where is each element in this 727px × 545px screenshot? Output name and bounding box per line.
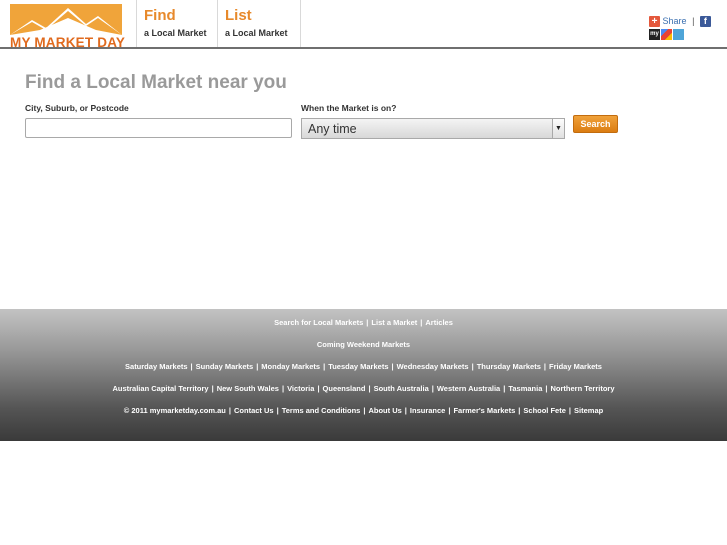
- footer-separator: |: [471, 362, 474, 371]
- footer-separator: |: [568, 406, 572, 415]
- footer-link[interactable]: Tasmania: [508, 384, 542, 393]
- footer-separator: |: [366, 318, 369, 327]
- footer-separator: |: [323, 362, 326, 371]
- footer-separator: |: [448, 406, 451, 415]
- footer-separator: |: [276, 406, 279, 415]
- footer-separator: |: [281, 384, 285, 393]
- footer-separator: |: [503, 384, 506, 393]
- footer-separator: |: [363, 406, 366, 415]
- footer-separator: |: [256, 362, 259, 371]
- nav-find-market[interactable]: Find a Local Market: [136, 0, 218, 47]
- footer-separator: |: [545, 384, 548, 393]
- share-bar: + Share | f: [649, 16, 711, 28]
- footer-link[interactable]: About Us: [368, 406, 401, 415]
- footer-link[interactable]: Insurance: [410, 406, 445, 415]
- footer-separator: |: [518, 406, 521, 415]
- footer-link[interactable]: Search for Local Markets: [274, 318, 363, 327]
- site-footer: Search for Local Markets | List a Market | A…: [0, 309, 727, 441]
- footer-link[interactable]: Queensland: [323, 384, 366, 393]
- footer-link[interactable]: Saturday Markets: [125, 362, 188, 371]
- footer-link[interactable]: Victoria: [287, 384, 314, 393]
- footer-link[interactable]: Sunday Markets: [196, 362, 254, 371]
- nav-find-title: Find: [144, 7, 176, 24]
- footer-separator: |: [368, 384, 371, 393]
- footer-link[interactable]: Thursday Markets: [477, 362, 541, 371]
- myspace-icon[interactable]: my: [649, 29, 660, 40]
- footer-row-days: Saturday Markets | Sunday Markets | Monday M…: [0, 362, 727, 371]
- footer-separator: |: [404, 406, 407, 415]
- footer-link[interactable]: Monday Markets: [261, 362, 320, 371]
- footer-separator: |: [543, 362, 547, 371]
- footer-row-info: © 2011 mymarketday.com.au | Contact Us | Ter…: [0, 406, 727, 415]
- share-separator: |: [692, 16, 695, 26]
- logo-mountains-graphic: [10, 4, 122, 35]
- footer-row-weekend: Coming Weekend Markets: [0, 340, 727, 349]
- footer-link[interactable]: Australian Capital Territory: [112, 384, 208, 393]
- nav-find-subtitle: a Local Market: [144, 28, 207, 38]
- footer-link[interactable]: Northern Territory: [550, 384, 614, 393]
- footer-link[interactable]: Coming Weekend Markets: [317, 340, 410, 349]
- nav-list-title: List: [225, 7, 252, 24]
- when-select[interactable]: Any time ▼: [301, 118, 565, 139]
- when-select-value: Any time: [308, 122, 357, 136]
- footer-separator: |: [391, 362, 394, 371]
- footer-link[interactable]: Sitemap: [574, 406, 603, 415]
- footer-link[interactable]: Western Australia: [437, 384, 500, 393]
- footer-link[interactable]: Tuesday Markets: [328, 362, 388, 371]
- when-label: When the Market is on?: [301, 103, 397, 113]
- facebook-icon[interactable]: f: [699, 16, 711, 27]
- footer-separator: |: [228, 406, 232, 415]
- search-button[interactable]: Search: [573, 115, 618, 133]
- footer-link[interactable]: Articles: [425, 318, 453, 327]
- site-logo[interactable]: MY MARKET DAY: [10, 4, 126, 50]
- logo-text: MY MARKET DAY: [10, 35, 126, 50]
- chevron-down-icon[interactable]: ▼: [552, 119, 564, 138]
- footer-separator: |: [420, 318, 423, 327]
- footer-row-states: Australian Capital Territory | New South W…: [0, 384, 727, 393]
- footer-link[interactable]: New South Wales: [217, 384, 279, 393]
- footer-link[interactable]: South Australia: [374, 384, 429, 393]
- footer-link[interactable]: List a Market: [371, 318, 417, 327]
- page-title: Find a Local Market near you: [25, 72, 287, 93]
- nav-list-market[interactable]: List a Local Market: [217, 0, 301, 47]
- footer-row-main-links: Search for Local Markets | List a Market | A…: [0, 318, 727, 327]
- footer-separator: |: [431, 384, 434, 393]
- twitter-icon[interactable]: [673, 29, 684, 40]
- footer-link[interactable]: Friday Markets: [549, 362, 602, 371]
- site-header: MY MARKET DAY Find a Local Market List a…: [0, 0, 727, 50]
- city-input[interactable]: [25, 118, 292, 138]
- google-bookmark-icon[interactable]: [661, 29, 672, 40]
- footer-link[interactable]: Wednesday Markets: [397, 362, 469, 371]
- city-label: City, Suburb, or Postcode: [25, 103, 129, 113]
- footer-separator: |: [190, 362, 193, 371]
- nav-list-subtitle: a Local Market: [225, 28, 288, 38]
- footer-separator: |: [317, 384, 320, 393]
- footer-separator: |: [211, 384, 214, 393]
- footer-link[interactable]: Terms and Conditions: [282, 406, 361, 415]
- social-icons: my: [649, 29, 685, 40]
- share-link[interactable]: Share: [663, 16, 687, 26]
- share-plus-icon[interactable]: +: [649, 16, 660, 27]
- footer-link[interactable]: Farmer's Markets: [453, 406, 515, 415]
- footer-link[interactable]: School Fete: [523, 406, 566, 415]
- footer-link[interactable]: © 2011 mymarketday.com.au: [124, 406, 226, 415]
- footer-link[interactable]: Contact Us: [234, 406, 274, 415]
